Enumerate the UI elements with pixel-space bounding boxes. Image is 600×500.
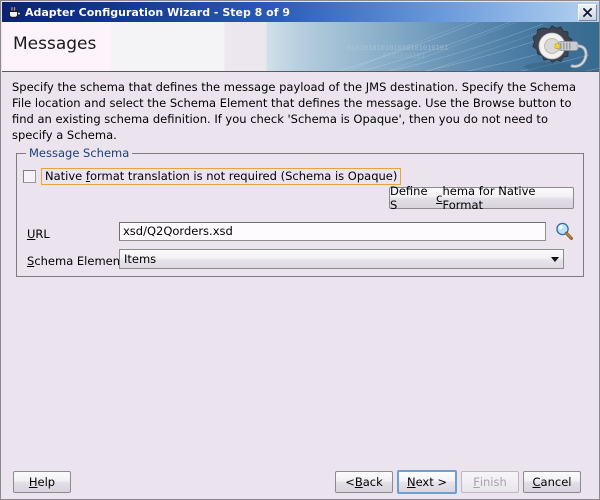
back-pre: < [345,475,355,489]
help-post: elp [37,475,56,489]
window-title: Adapter Configuration Wizard - Step 8 of… [25,5,290,19]
group-legend: Message Schema [26,146,133,160]
title-bar: Adapter Configuration Wizard - Step 8 of… [2,2,599,22]
url-label: URL [27,227,50,241]
banner-binary-row1: 010101010101010101010101 [347,44,449,52]
opaque-label-post: ormat translation is not required (Schem… [89,169,398,183]
message-schema-group: Message Schema Native format translation… [16,146,584,277]
define-schema-post: hema for Native Format [442,184,536,212]
chevron-down-icon [547,256,563,262]
wizard-window: Adapter Configuration Wizard - Step 8 of… [0,0,600,500]
gear-wrench-icon [524,25,588,71]
cancel-button[interactable]: Cancel [523,471,581,493]
define-schema-pre: Define S [390,184,428,212]
close-glyph [583,8,592,17]
next-button[interactable]: Next > [397,470,457,494]
back-button[interactable]: < Back [335,471,393,493]
cancel-mnemonic: C [532,475,541,489]
opaque-label-pre: Native [45,169,86,183]
back-mnemonic: B [354,475,363,489]
finish-post: inish [479,475,507,489]
define-schema-for-native-format-button[interactable]: Define Sc hema for Native Format [389,184,574,212]
url-input[interactable]: xsd/Q2Qorders.xsd [119,222,546,241]
page-description: Specify the schema that defines the mess… [12,80,577,142]
url-label-post: RL [35,227,50,241]
schema-element-dropdown[interactable]: Items [119,249,564,269]
finish-mnemonic: F [473,475,480,489]
next-mnemonic: N [406,475,416,489]
schema-element-label: Schema Element [27,254,125,268]
cancel-post: ancel [540,475,572,489]
java-coffee-cup-icon [6,4,22,20]
schema-element-label-post: chema Element [34,254,125,268]
magnifier-icon[interactable] [554,221,575,242]
help-mnemonic: H [28,475,38,489]
schema-element-value: Items [124,252,157,266]
back-post: ack [362,475,383,489]
next-post: ext > [415,475,448,489]
schema-opaque-label[interactable]: Native format translation is not require… [41,168,402,185]
schema-opaque-checkbox[interactable] [23,170,36,183]
wizard-banner: 010101010101010101010101 0101010101 Mess… [2,22,599,72]
close-icon[interactable] [578,4,597,21]
help-button[interactable]: Help [13,471,71,493]
finish-button: Finish [461,471,519,493]
page-title: Messages [13,34,97,54]
schema-opaque-row: Native format translation is not require… [23,168,402,185]
